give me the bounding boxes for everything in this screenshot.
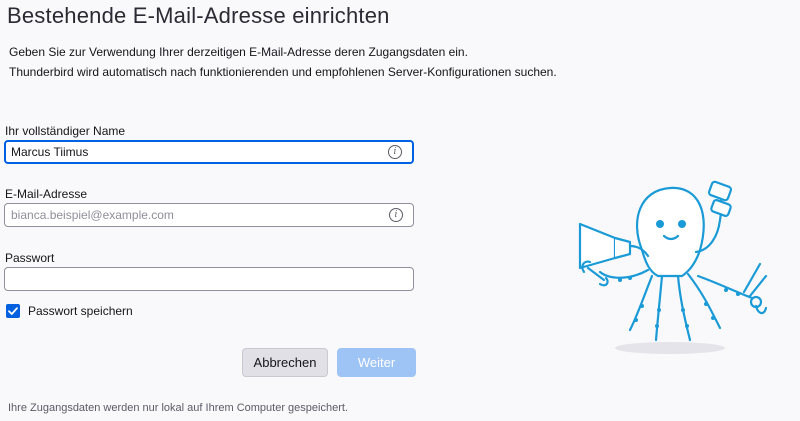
name-label: Ihr vollständiger Name: [5, 124, 126, 138]
password-label: Passwort: [5, 251, 55, 265]
page-title: Bestehende E-Mail-Adresse einrichten: [7, 3, 390, 28]
password-input[interactable]: [5, 268, 413, 290]
email-input[interactable]: [5, 204, 413, 226]
name-input[interactable]: [6, 142, 412, 162]
octopus-illustration: [578, 180, 768, 354]
intro-text: Geben Sie zur Verwendung Ihrer derzeitig…: [9, 42, 557, 82]
name-field[interactable]: i: [4, 140, 414, 164]
intro-line-1: Geben Sie zur Verwendung Ihrer derzeitig…: [9, 45, 468, 59]
remember-password-label: Passwort speichern: [28, 304, 133, 318]
privacy-note: Ihre Zugangsdaten werden nur lokal auf I…: [8, 402, 348, 414]
info-icon[interactable]: i: [389, 208, 403, 222]
email-label: E-Mail-Adresse: [5, 187, 88, 201]
intro-line-2: Thunderbird wird automatisch nach funkti…: [9, 65, 557, 79]
account-setup-page: Bestehende E-Mail-Adresse einrichten Geb…: [0, 0, 800, 421]
cancel-button[interactable]: Abbrechen: [242, 348, 328, 377]
remember-password-row[interactable]: Passwort speichern: [6, 303, 133, 319]
remember-password-checkbox[interactable]: [6, 304, 20, 318]
checkmark-icon: [8, 307, 18, 315]
next-button[interactable]: Weiter: [337, 348, 416, 377]
password-field[interactable]: [4, 267, 414, 291]
email-field[interactable]: i: [4, 203, 414, 227]
info-icon[interactable]: i: [388, 145, 402, 159]
